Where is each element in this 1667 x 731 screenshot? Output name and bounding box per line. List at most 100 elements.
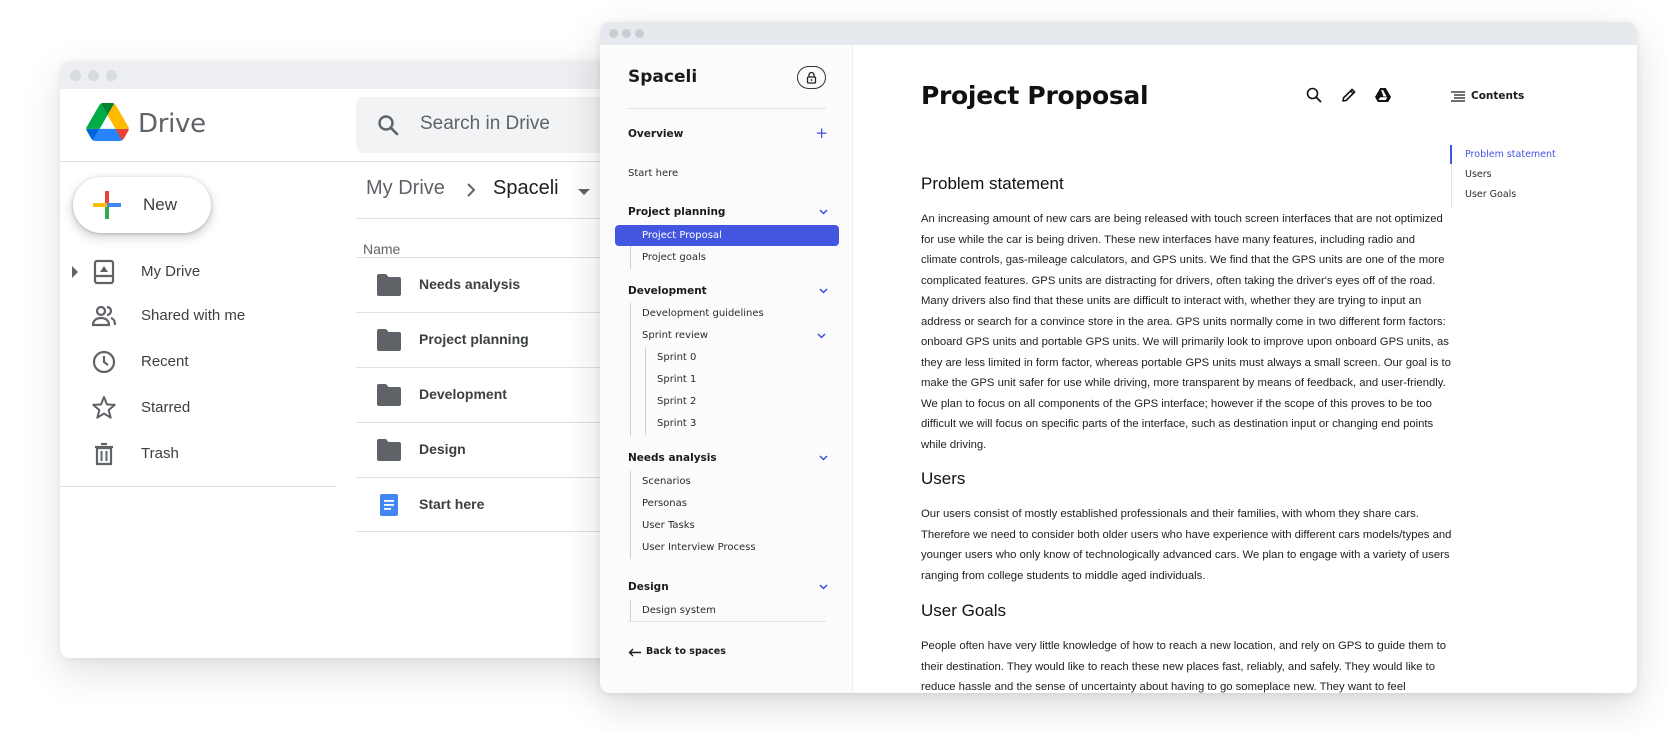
nav-item-starred[interactable]: Starred	[60, 388, 330, 428]
window-maximize-dot[interactable]	[635, 29, 644, 38]
sidebar-section-needs-analysis[interactable]: Needs analysis	[628, 452, 828, 470]
shared-icon	[91, 305, 117, 327]
lock-button[interactable]	[797, 66, 826, 89]
search-icon[interactable]	[376, 113, 400, 137]
file-name: Needs analysis	[419, 276, 521, 292]
arrow-left-icon	[628, 648, 641, 657]
sidebar-section-development[interactable]: Development	[628, 285, 828, 303]
nav-label: Starred	[141, 399, 191, 416]
sidebar-item-personas[interactable]: Personas	[615, 493, 825, 514]
search-icon[interactable]	[1305, 86, 1323, 104]
contents-title: Contents	[1471, 90, 1525, 102]
drive-window: Drive Search in Drive New My Drive Share…	[60, 61, 620, 658]
new-button[interactable]: New	[73, 177, 211, 233]
document-pane: Project Proposal Problem statement An in…	[853, 45, 1637, 693]
sidebar-item-sprint-0[interactable]: Sprint 0	[615, 347, 825, 368]
window-close-dot[interactable]	[609, 29, 618, 38]
column-header-name[interactable]: Name	[363, 241, 400, 257]
google-doc-icon	[380, 494, 398, 516]
contents-active-indicator	[1450, 145, 1452, 164]
file-row[interactable]: Development	[356, 367, 620, 422]
contents-item-users[interactable]: Users	[1465, 169, 1492, 180]
edit-pencil-icon[interactable]	[1340, 86, 1358, 104]
trash-icon	[95, 442, 113, 466]
section-title: Overview	[628, 128, 684, 140]
file-name: Project planning	[419, 331, 529, 347]
drive-title: Drive	[138, 109, 206, 139]
sidebar-item-label: Scenarios	[642, 476, 691, 487]
back-label: Back to spaces	[646, 646, 726, 657]
folder-icon	[377, 384, 401, 406]
file-row[interactable]: Project planning	[356, 312, 620, 367]
file-row[interactable]: Start here	[356, 477, 620, 532]
file-row[interactable]: Needs analysis	[356, 257, 620, 312]
nav-label: My Drive	[141, 263, 201, 280]
sidebar-item-project-proposal[interactable]: Project Proposal	[615, 225, 839, 246]
drive-header: Drive Search in Drive	[60, 89, 620, 162]
section-body: An increasing amount of new cars are bei…	[921, 213, 1451, 451]
sidebar-item-sprint-2[interactable]: Sprint 2	[615, 391, 825, 412]
folder-icon	[377, 439, 401, 461]
chevron-down-icon[interactable]	[819, 288, 828, 294]
search-placeholder: Search in Drive	[420, 113, 550, 134]
window-minimize-dot[interactable]	[88, 70, 99, 81]
chevron-down-icon[interactable]	[817, 333, 826, 339]
sidebar-item-label: Sprint 1	[657, 374, 697, 385]
expand-caret-icon[interactable]	[72, 266, 78, 278]
sidebar-item-user-interview-process[interactable]: User Interview Process	[615, 537, 825, 558]
contents-item-problem-statement[interactable]: Problem statement	[1465, 149, 1556, 160]
section-heading: Users	[921, 469, 966, 488]
contents-item-user-goals[interactable]: User Goals	[1465, 189, 1516, 200]
section-title: Project planning	[628, 206, 726, 218]
sidebar-section-project-planning[interactable]: Project planning	[628, 206, 828, 224]
sidebar-item-sprint-review[interactable]: Sprint review	[615, 325, 826, 346]
section-heading: User Goals	[921, 601, 1007, 620]
star-icon	[92, 396, 116, 419]
window-maximize-dot[interactable]	[106, 70, 117, 81]
nav-item-my-drive[interactable]: My Drive	[60, 252, 330, 292]
chevron-down-icon[interactable]	[819, 584, 828, 590]
sidebar-item-sprint-1[interactable]: Sprint 1	[615, 369, 825, 390]
window-close-dot[interactable]	[70, 70, 81, 81]
nav-label: Recent	[141, 353, 189, 370]
add-page-plus-icon[interactable]: +	[815, 126, 828, 141]
sidebar-item-label: Development guidelines	[642, 308, 764, 319]
chevron-down-icon[interactable]	[819, 455, 828, 461]
nav-label: Trash	[141, 445, 179, 462]
nav-item-trash[interactable]: Trash	[60, 434, 330, 474]
window-minimize-dot[interactable]	[622, 29, 631, 38]
sidebar-item-label: User Interview Process	[642, 542, 756, 553]
section-body: Our users consist of mostly established …	[921, 508, 1452, 582]
file-name: Start here	[419, 496, 485, 512]
file-row[interactable]: Design	[356, 422, 620, 477]
sidebar-item-label: User Tasks	[642, 520, 695, 531]
chevron-down-icon[interactable]	[819, 209, 828, 215]
sidebar-item-project-goals[interactable]: Project goals	[615, 247, 825, 268]
google-drive-icon[interactable]	[1374, 86, 1392, 104]
sidebar-item-development-guidelines[interactable]: Development guidelines	[615, 303, 825, 324]
sidebar-section-overview[interactable]: Overview +	[628, 126, 828, 146]
sidebar-item-sprint-3[interactable]: Sprint 3	[615, 413, 825, 434]
list-icon	[1451, 91, 1465, 102]
sidebar-section-design[interactable]: Design	[628, 581, 828, 599]
nav-item-recent[interactable]: Recent	[60, 342, 330, 382]
sidebar-item-scenarios[interactable]: Scenarios	[615, 471, 825, 492]
spaceli-sidebar: Spaceli Overview + Start here Project pl…	[600, 45, 853, 693]
sidebar-item-design-system[interactable]: Design system	[615, 600, 825, 621]
sidebar-item-user-tasks[interactable]: User Tasks	[615, 515, 825, 536]
sidebar-divider	[628, 108, 826, 109]
sidebar-item-label: Design system	[642, 605, 716, 616]
drive-search-input[interactable]: Search in Drive	[356, 97, 620, 153]
sidebar-item-label: Project goals	[642, 252, 706, 263]
sidebar-item-label: Project Proposal	[642, 230, 722, 241]
breadcrumb-root[interactable]: My Drive	[366, 177, 445, 200]
sidebar-item-start-here[interactable]: Start here	[628, 168, 678, 179]
lock-icon	[806, 71, 817, 84]
drive-titlebar	[60, 61, 620, 89]
sidebar-item-label: Sprint review	[642, 330, 709, 341]
my-drive-icon	[93, 259, 115, 285]
dropdown-arrow-icon[interactable]	[578, 189, 590, 195]
nav-item-shared-with-me[interactable]: Shared with me	[60, 296, 330, 336]
section-body: People often have very little knowledge …	[921, 640, 1446, 693]
breadcrumb-current[interactable]: Spaceli	[493, 177, 559, 200]
